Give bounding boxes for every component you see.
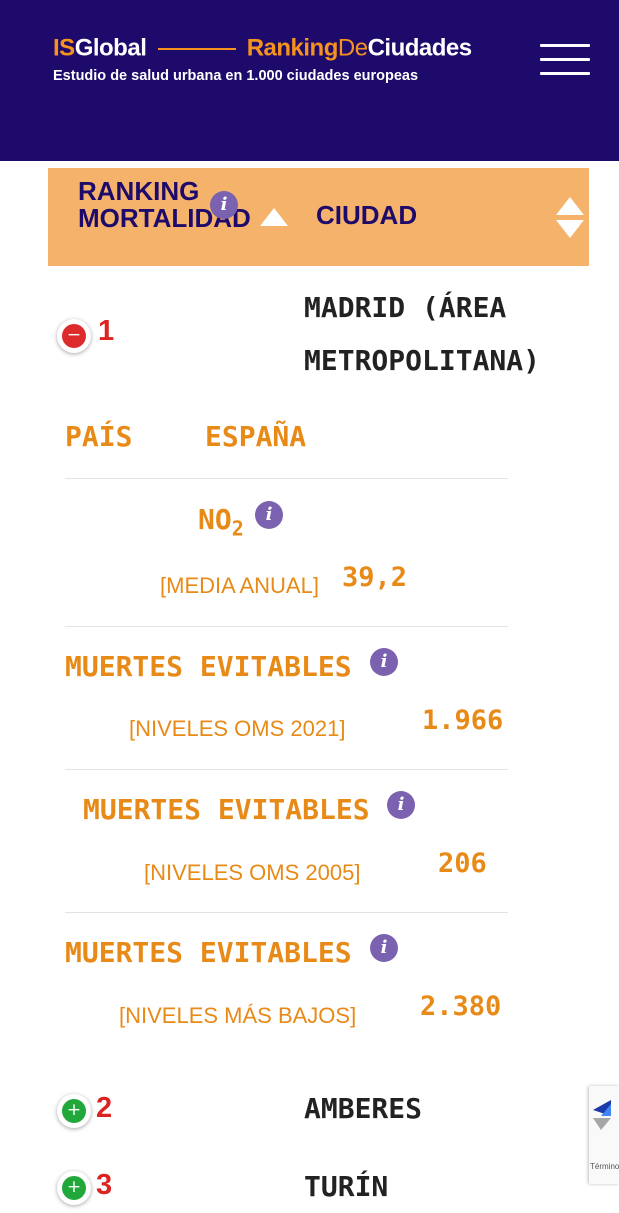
logo-ranking: Ranking [246,34,339,62]
divider [65,626,508,627]
deaths-qualifier: [NIVELES OMS 2005] [144,860,361,885]
plus-icon: + [62,1176,86,1200]
deaths-info-icon[interactable]: i [370,934,398,962]
logo-global: Global [74,34,147,62]
deaths-qualifier: [NIVELES OMS 2021] [129,716,346,741]
site-logo[interactable]: ISGlobal RankingDeCiudades [53,34,472,64]
menu-bar [540,58,590,61]
ranking-info-icon[interactable]: i [210,191,238,219]
column-ciudad[interactable]: CIUDAD [316,200,417,231]
logo-de: De [337,34,368,62]
deaths-qualifier: [NIVELES MÁS BAJOS] [119,1003,357,1028]
city-name[interactable]: TURÍN [304,1160,388,1213]
deaths-label: MUERTES EVITABLES [65,650,352,683]
city-name[interactable]: MADRID (ÁREA METROPOLITANA) [304,281,540,387]
city-name-line1: MADRID (ÁREA [304,291,507,324]
divider [65,478,508,479]
minus-icon: − [62,324,86,348]
no2-subscript: 2 [231,516,244,541]
rank-number: 3 [96,1169,113,1201]
collapse-row-button[interactable]: − [57,319,91,353]
deaths-label: MUERTES EVITABLES [65,936,352,969]
pais-value: ESPAÑA [205,420,307,453]
no2-info-icon[interactable]: i [255,501,283,529]
recaptcha-terms-link[interactable]: Términos [590,1162,619,1171]
logo-ciudades: Ciudades [367,34,473,62]
city-name[interactable]: AMBERES [304,1082,422,1135]
menu-bar [540,72,590,75]
table-header: RANKING MORTALIDAD i CIUDAD [48,168,589,266]
expand-row-button[interactable]: + [57,1094,91,1128]
deaths-label: MUERTES EVITABLES [83,793,370,826]
deaths-value: 2.380 [420,991,502,1022]
divider [65,912,508,913]
no2-label: NO2 [198,503,244,541]
site-header: ISGlobal RankingDeCiudades Estudio de sa… [0,0,619,161]
logo-is: IS [53,34,75,62]
sort-ascending-icon[interactable] [556,197,584,215]
hamburger-menu-icon[interactable] [540,44,590,76]
recaptcha-badge[interactable]: Términos [589,1086,619,1184]
city-name-line2: METROPOLITANA) [304,344,541,377]
sort-ascending-icon[interactable] [260,208,288,226]
no2-label-text: NO [198,503,232,536]
recaptcha-icon [593,1100,611,1130]
no2-qualifier: [MEDIA ANUAL] [160,573,319,598]
divider [65,769,508,770]
sort-descending-icon[interactable] [556,220,584,238]
rank-number: 2 [96,1092,113,1124]
deaths-value: 206 [438,848,487,879]
pais-label: PAÍS [65,420,133,453]
plus-icon: + [62,1099,86,1123]
site-subtitle: Estudio de salud urbana en 1.000 ciudade… [53,68,419,84]
no2-value: 39,2 [342,562,408,593]
deaths-info-icon[interactable]: i [387,791,415,819]
menu-bar [540,44,590,47]
logo-divider [157,47,236,50]
rank-number: 1 [98,315,115,347]
deaths-info-icon[interactable]: i [370,648,398,676]
deaths-value: 1.966 [422,705,504,736]
